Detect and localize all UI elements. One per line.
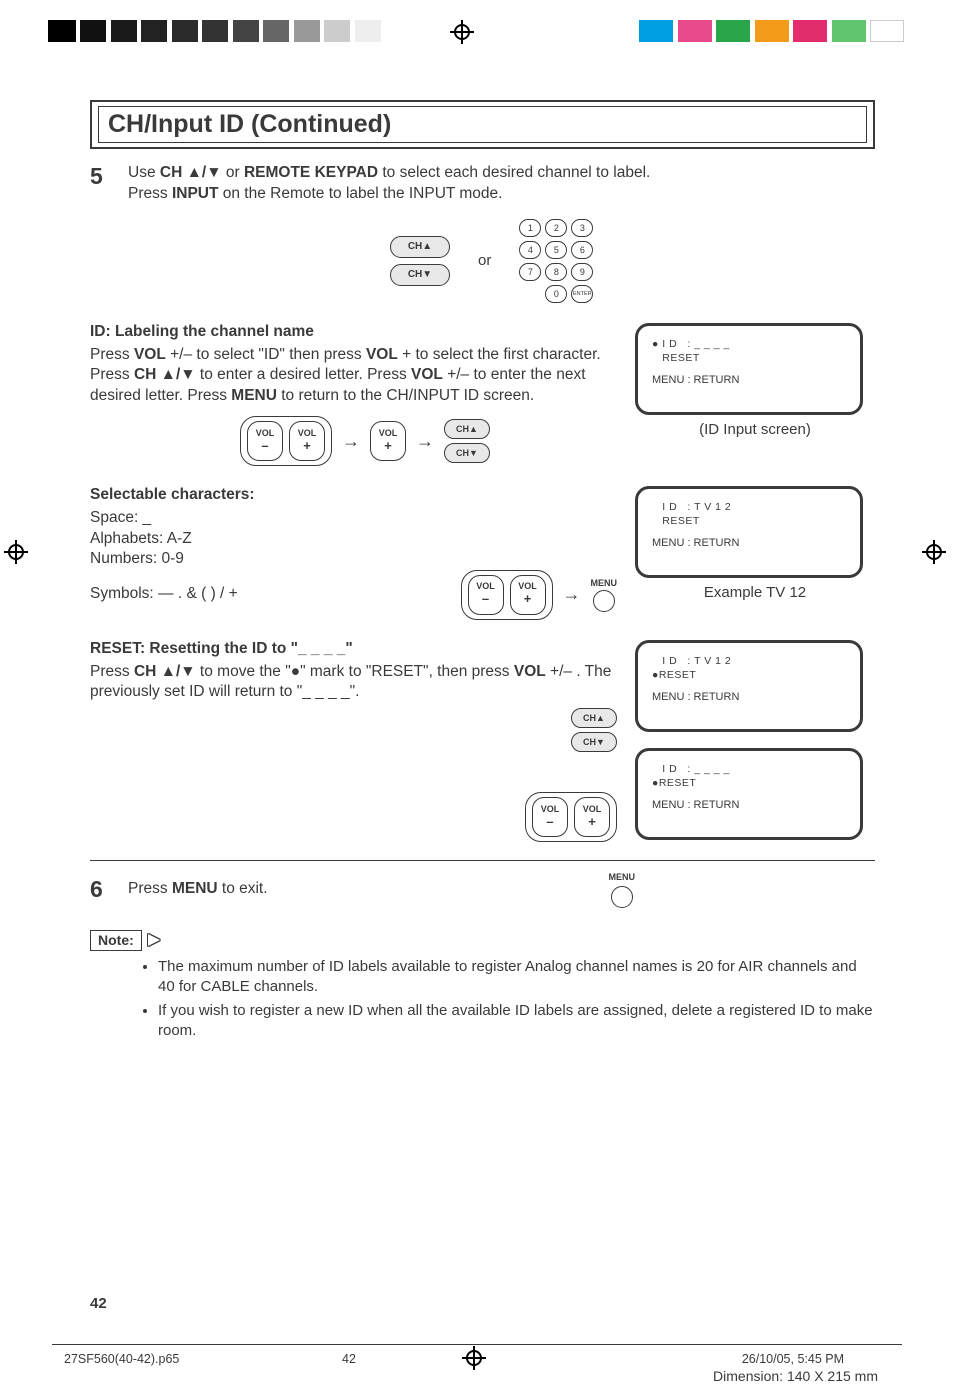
or-label: or	[478, 252, 491, 269]
key-9: 9	[571, 263, 593, 281]
screen-caption: Example TV 12	[635, 584, 875, 601]
key-3: 3	[571, 219, 593, 237]
sel-alpha: Alphabets: A-Z	[90, 529, 617, 549]
screen-caption: (ID Input screen)	[635, 421, 875, 438]
text-bold: REMOTE KEYPAD	[244, 164, 378, 181]
ch-up-button: CH▲	[444, 419, 490, 439]
note-item: The maximum number of ID labels availabl…	[158, 957, 875, 998]
key-5: 5	[545, 241, 567, 259]
step-number-6: 6	[90, 876, 114, 903]
text: to select each desired channel to label.	[378, 164, 650, 181]
id-labeling-text: Press VOL +/– to select "ID" then press …	[90, 345, 617, 406]
key-0: 0	[545, 285, 567, 303]
vol-plus-button: VOL+	[510, 575, 546, 615]
ch-down-button: CH▼	[390, 264, 450, 286]
vol-plus-button: VOL+	[289, 421, 325, 461]
reset-text: Press CH ▲/▼ to move the "●" mark to "RE…	[90, 662, 617, 703]
footer: 27SF560(40-42).p65 42 26/10/05, 5:45 PM …	[0, 1332, 954, 1382]
note-label: Note:	[90, 930, 142, 951]
vol-group: VOL– VOL+	[461, 570, 553, 620]
screen-line: I D : T V 1 2	[652, 501, 846, 513]
reset-heading: RESET: Resetting the ID to "_ _ _ _"	[90, 640, 617, 658]
text: Press	[128, 880, 172, 897]
screen-line: ● I D : _ _ _ _	[652, 338, 846, 350]
text-bold: CH ▲/▼	[160, 164, 222, 181]
step-number-5: 5	[90, 163, 114, 205]
screen-line: I D : _ _ _ _	[652, 763, 846, 775]
remote-keypad: 1 2 3 4 5 6 7 8 9 0 ENTER	[519, 219, 593, 303]
register-mark-icon	[450, 20, 474, 44]
screen-line: MENU : RETURN	[652, 691, 846, 703]
footer-page: 42	[342, 1352, 356, 1366]
footer-dimension: Dimension: 140 X 215 mm	[713, 1368, 878, 1384]
text: to exit.	[218, 880, 268, 897]
reset-screen-1: I D : T V 1 2 ●RESET MENU : RETURN	[635, 640, 863, 732]
key-enter: ENTER	[571, 285, 593, 303]
key-7: 7	[519, 263, 541, 281]
menu-button: MENU	[609, 871, 636, 907]
vol-plus-button: VOL+	[574, 797, 610, 837]
screen-line: MENU : RETURN	[652, 374, 846, 386]
step-5-body: Use CH ▲/▼ or REMOTE KEYPAD to select ea…	[128, 163, 875, 205]
screen-line: I D : T V 1 2	[652, 655, 846, 667]
text: Press	[128, 185, 172, 202]
screen-line: RESET	[652, 352, 846, 364]
register-mark-right	[922, 540, 950, 568]
text: on the Remote to label the INPUT mode.	[218, 185, 502, 202]
arrow-icon: →	[416, 431, 434, 452]
screen-line: ●RESET	[652, 777, 846, 789]
notes-list: The maximum number of ID labels availabl…	[142, 957, 875, 1042]
footer-filename: 27SF560(40-42).p65	[64, 1352, 179, 1366]
selectable-heading: Selectable characters:	[90, 486, 617, 504]
registration-strip	[0, 20, 954, 44]
ch-up-button: CH▲	[571, 708, 617, 728]
text: or	[222, 164, 244, 181]
text-bold: INPUT	[172, 185, 219, 202]
screen-line: MENU : RETURN	[652, 537, 846, 549]
register-mark-left	[4, 540, 32, 568]
register-mark-icon	[462, 1346, 486, 1370]
vol-group: VOL– VOL+	[525, 792, 617, 842]
key-4: 4	[519, 241, 541, 259]
footer-date: 26/10/05, 5:45 PM	[742, 1352, 844, 1366]
text-bold: MENU	[172, 880, 218, 897]
example-screen: I D : T V 1 2 RESET MENU : RETURN	[635, 486, 863, 578]
vol-plus-button: VOL+	[370, 421, 406, 461]
screen-line: MENU : RETURN	[652, 799, 846, 811]
section-title: CH/Input ID (Continued)	[90, 100, 875, 149]
ch-up-button: CH▲	[390, 236, 450, 258]
page-number: 42	[90, 1295, 107, 1312]
menu-button: MENU	[591, 578, 618, 612]
section-title-text: CH/Input ID (Continued)	[102, 108, 863, 141]
ch-down-button: CH▼	[571, 732, 617, 752]
note-item: If you wish to register a new ID when al…	[158, 1001, 875, 1042]
key-1: 1	[519, 219, 541, 237]
key-8: 8	[545, 263, 567, 281]
sel-num: Numbers: 0-9	[90, 549, 617, 569]
vol-minus-button: VOL–	[532, 797, 568, 837]
screen-line: RESET	[652, 515, 846, 527]
vol-group: VOL– VOL+	[240, 416, 332, 466]
arrow-icon: →	[563, 584, 581, 605]
arrow-icon: →	[342, 431, 360, 452]
id-labeling-heading: ID: Labeling the channel name	[90, 323, 617, 341]
sel-sym: Symbols: — . & ( ) / +	[90, 584, 451, 604]
vol-minus-button: VOL–	[247, 421, 283, 461]
vol-minus-button: VOL–	[468, 575, 504, 615]
reset-screen-2: I D : _ _ _ _ ●RESET MENU : RETURN	[635, 748, 863, 840]
text: Use	[128, 164, 160, 181]
key-2: 2	[545, 219, 567, 237]
sel-space: Space: _	[90, 508, 617, 528]
ch-down-button: CH▼	[444, 443, 490, 463]
screen-line: ●RESET	[652, 669, 846, 681]
note-arrow-icon	[148, 934, 160, 946]
key-6: 6	[571, 241, 593, 259]
id-input-screen: ● I D : _ _ _ _ RESET MENU : RETURN	[635, 323, 863, 415]
